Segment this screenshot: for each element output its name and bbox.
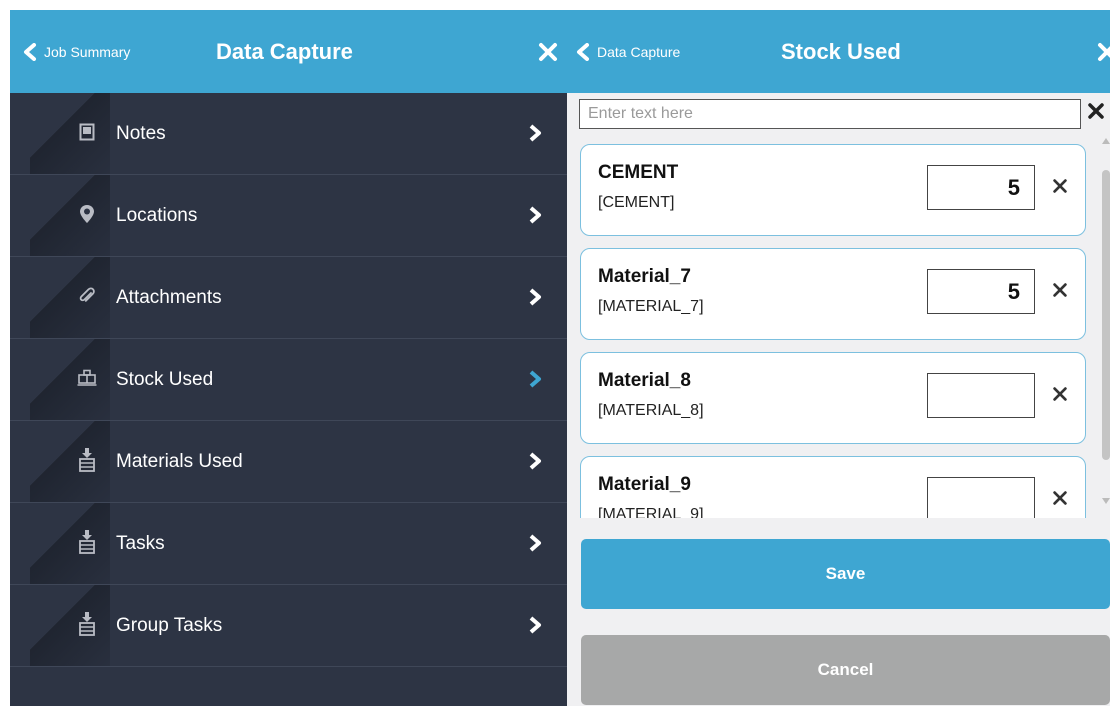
stock-item-code: [CEMENT] [598,194,675,211]
remove-item-button[interactable] [1051,489,1069,512]
close-icon [1053,179,1067,193]
item-shadow [30,503,110,584]
remove-item-button[interactable] [1051,281,1069,304]
tasks-icon [76,530,98,554]
stock-item-name: Material_9 [598,474,691,495]
close-icon [1098,42,1110,61]
back-label: Job Summary [44,43,131,60]
chevron-right-icon [529,206,541,224]
stock-icon [76,366,98,390]
data-capture-header: Job Summary Data Capture [10,10,567,93]
menu-item-materials-used[interactable]: Materials Used [10,421,567,503]
chevron-right-icon [529,534,541,552]
stock-item-name: Material_8 [598,370,691,391]
chevron-right-icon [529,452,541,470]
stock-item-card: Material_8 [MATERIAL_8] [580,352,1086,444]
menu-item-group-tasks[interactable]: Group Tasks [10,585,567,667]
stock-item-card: Material_7 [MATERIAL_7] [580,248,1086,340]
remove-item-button[interactable] [1051,177,1069,200]
clear-search-button[interactable] [1086,101,1106,126]
stock-item-name: CEMENT [598,162,679,183]
item-shadow [30,421,110,502]
menu-item-stock-used[interactable]: Stock Used [10,339,567,421]
item-shadow [30,257,110,338]
location-pin-icon [76,202,98,226]
cancel-button[interactable]: Cancel [581,635,1110,705]
item-shadow [30,339,110,420]
paperclip-icon [76,284,98,308]
list-scrollbar[interactable] [1101,138,1110,508]
menu-item-label: Locations [116,204,198,226]
save-button[interactable]: Save [581,539,1110,609]
stock-used-header: Data Capture Stock Used [567,10,1110,93]
close-stock-used-button[interactable] [1097,10,1110,93]
note-icon [76,120,98,144]
search-row [579,99,1110,131]
menu-item-label: Group Tasks [116,614,223,636]
chevron-left-icon [577,42,589,61]
menu-item-label: Stock Used [116,368,214,390]
back-to-job-summary-button[interactable]: Job Summary [22,10,130,93]
stock-item-card: CEMENT [CEMENT] [580,144,1086,236]
menu-item-label: Materials Used [116,450,243,472]
close-icon [1088,103,1104,119]
item-shadow [30,93,110,174]
close-data-capture-button[interactable] [538,10,558,93]
stock-item-name: Material_7 [598,266,691,287]
quantity-input[interactable] [927,165,1035,210]
scroll-up-arrow-icon[interactable] [1102,138,1110,144]
close-icon [1053,283,1067,297]
materials-icon [76,448,98,472]
quantity-input[interactable] [927,269,1035,314]
menu-item-label: Notes [116,122,166,144]
group-tasks-icon [76,612,98,636]
back-label: Data Capture [597,43,681,60]
chevron-right-icon [529,288,541,306]
scroll-thumb[interactable] [1102,170,1110,460]
chevron-left-icon [24,42,36,61]
menu-item-tasks[interactable]: Tasks [10,503,567,585]
scroll-down-arrow-icon[interactable] [1102,498,1110,504]
stock-item-card: Material_9 [MATERIAL_9] [580,456,1086,518]
menu-item-label: Attachments [116,286,222,308]
data-capture-menu: Notes Locations Attachments Stock Used M… [10,93,567,667]
data-capture-panel: Job Summary Data Capture Notes Locations… [10,10,567,706]
close-icon [1053,491,1067,505]
stock-item-code: [MATERIAL_7] [598,298,704,315]
chevron-right-icon [529,370,541,388]
remove-item-button[interactable] [1051,385,1069,408]
search-input[interactable] [579,99,1081,129]
stock-item-list[interactable]: CEMENT [CEMENT] Material_7 [MATERIAL_7] [567,138,1110,518]
menu-item-notes[interactable]: Notes [10,93,567,175]
page-title: Stock Used [781,38,901,64]
item-shadow [30,585,110,666]
chevron-right-icon [529,616,541,634]
item-shadow [30,175,110,256]
page-title: Data Capture [216,38,353,64]
chevron-right-icon [529,124,541,142]
app-window: Job Summary Data Capture Notes Locations… [0,0,1110,706]
menu-item-locations[interactable]: Locations [10,175,567,257]
stock-used-panel: Data Capture Stock Used CEMENT [567,10,1110,706]
menu-item-label: Tasks [116,532,165,554]
quantity-input[interactable] [927,477,1035,518]
stock-item-code: [MATERIAL_8] [598,402,704,419]
menu-item-attachments[interactable]: Attachments [10,257,567,339]
close-icon [539,42,557,61]
back-to-data-capture-button[interactable]: Data Capture [575,10,680,93]
stock-item-code: [MATERIAL_9] [598,506,704,518]
quantity-input[interactable] [927,373,1035,418]
close-icon [1053,387,1067,401]
